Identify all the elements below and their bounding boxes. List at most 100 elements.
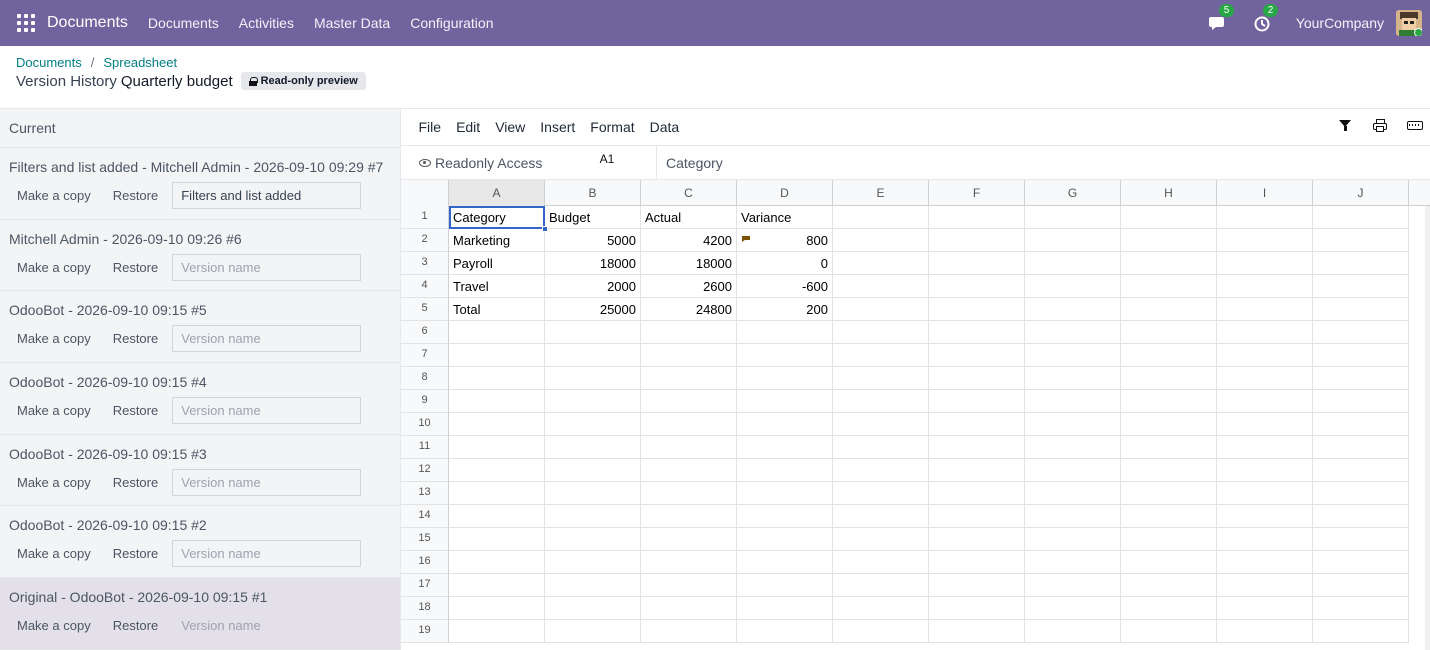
cell[interactable] <box>1313 436 1409 459</box>
cell[interactable] <box>449 459 545 482</box>
cell[interactable] <box>1025 298 1121 321</box>
cell[interactable] <box>545 413 641 436</box>
column-header[interactable]: I <box>1217 180 1313 206</box>
cell[interactable] <box>1025 436 1121 459</box>
cell[interactable] <box>1025 620 1121 643</box>
cell[interactable] <box>1313 229 1409 252</box>
version-name-input[interactable] <box>172 468 362 496</box>
cell[interactable]: 4200 <box>641 229 737 252</box>
cell[interactable] <box>1025 252 1121 275</box>
cell[interactable] <box>833 344 929 367</box>
cell[interactable] <box>1217 505 1313 528</box>
cell[interactable] <box>833 367 929 390</box>
cell[interactable] <box>833 551 929 574</box>
breadcrumb-spreadsheet[interactable]: Spreadsheet <box>103 55 177 70</box>
column-header[interactable]: B <box>545 180 641 206</box>
cell[interactable] <box>545 367 641 390</box>
row-header[interactable]: 4 <box>401 275 449 298</box>
version-name-input[interactable] <box>172 253 362 281</box>
cell[interactable] <box>1025 321 1121 344</box>
cell[interactable] <box>833 436 929 459</box>
cell[interactable] <box>1025 482 1121 505</box>
cell[interactable] <box>641 528 737 551</box>
cell[interactable] <box>737 620 833 643</box>
make-copy-button[interactable]: Make a copy <box>17 403 91 418</box>
filter-icon[interactable] <box>1337 117 1353 133</box>
cell[interactable] <box>641 344 737 367</box>
row-header[interactable]: 14 <box>401 505 449 528</box>
messages-button[interactable]: 5 <box>1208 4 1235 33</box>
cell[interactable] <box>833 528 929 551</box>
cell[interactable] <box>449 413 545 436</box>
cell[interactable]: Payroll <box>449 252 545 275</box>
cell[interactable] <box>929 298 1025 321</box>
grid-corner[interactable] <box>401 180 449 206</box>
cell[interactable] <box>1121 620 1217 643</box>
cell[interactable]: 800 <box>737 229 833 252</box>
cell[interactable] <box>929 482 1025 505</box>
row-header[interactable]: 9 <box>401 390 449 413</box>
cell[interactable] <box>449 505 545 528</box>
cell[interactable] <box>929 574 1025 597</box>
cell[interactable] <box>1121 528 1217 551</box>
cell[interactable] <box>641 551 737 574</box>
cell[interactable] <box>1217 298 1313 321</box>
cell[interactable] <box>833 505 929 528</box>
user-avatar[interactable] <box>1396 10 1422 36</box>
cell[interactable]: 24800 <box>641 298 737 321</box>
restore-button[interactable]: Restore <box>113 188 159 203</box>
cell[interactable] <box>833 321 929 344</box>
cell[interactable] <box>1025 597 1121 620</box>
restore-button[interactable]: Restore <box>113 260 159 275</box>
cell[interactable] <box>641 505 737 528</box>
cell[interactable] <box>1217 620 1313 643</box>
version-item[interactable]: Mitchell Admin - 2026-09-10 09:26 #6 Mak… <box>0 220 400 292</box>
row-header[interactable]: 10 <box>401 413 449 436</box>
cell[interactable] <box>1313 528 1409 551</box>
cell-reference[interactable]: A1 <box>558 146 656 179</box>
cell[interactable] <box>929 367 1025 390</box>
make-copy-button[interactable]: Make a copy <box>17 546 91 561</box>
cell[interactable] <box>737 321 833 344</box>
cell[interactable] <box>1217 528 1313 551</box>
cell[interactable] <box>641 413 737 436</box>
breadcrumb-documents[interactable]: Documents <box>16 55 82 70</box>
cell[interactable] <box>545 459 641 482</box>
make-copy-button[interactable]: Make a copy <box>17 331 91 346</box>
current-version-item[interactable]: Current <box>0 109 400 148</box>
cell[interactable] <box>449 574 545 597</box>
restore-button[interactable]: Restore <box>113 475 159 490</box>
cell[interactable] <box>1217 574 1313 597</box>
version-item[interactable]: OdooBot - 2026-09-10 09:15 #3 Make a cop… <box>0 435 400 507</box>
cell[interactable] <box>641 436 737 459</box>
cell[interactable] <box>1121 597 1217 620</box>
menu-file[interactable]: File <box>411 119 449 135</box>
cell[interactable] <box>449 597 545 620</box>
cell[interactable] <box>1025 551 1121 574</box>
cell[interactable] <box>929 390 1025 413</box>
cell[interactable]: 18000 <box>641 252 737 275</box>
cell[interactable]: Total <box>449 298 545 321</box>
cell[interactable] <box>545 482 641 505</box>
cell[interactable] <box>1313 413 1409 436</box>
formula-input[interactable]: Category <box>656 146 1430 179</box>
cell[interactable] <box>1313 597 1409 620</box>
cell[interactable] <box>1025 229 1121 252</box>
cell[interactable] <box>1217 252 1313 275</box>
column-header[interactable]: A <box>449 180 545 206</box>
row-header[interactable]: 6 <box>401 321 449 344</box>
restore-button[interactable]: Restore <box>113 403 159 418</box>
cell[interactable] <box>449 344 545 367</box>
cell[interactable] <box>833 206 929 229</box>
cell[interactable]: 2000 <box>545 275 641 298</box>
version-item-selected[interactable]: Original - OdooBot - 2026-09-10 09:15 #1… <box>0 578 400 650</box>
cell[interactable] <box>833 252 929 275</box>
cell[interactable] <box>833 298 929 321</box>
cell[interactable] <box>1025 275 1121 298</box>
cell[interactable] <box>1313 275 1409 298</box>
version-name-input[interactable] <box>172 325 362 353</box>
spreadsheet-grid[interactable]: A B C D E F G H I J 1 2 3 4 5 6 7 8 9 10 11 12 13 14 1… <box>401 180 1430 650</box>
cell[interactable] <box>929 459 1025 482</box>
row-header[interactable]: 13 <box>401 482 449 505</box>
cell[interactable] <box>1313 574 1409 597</box>
